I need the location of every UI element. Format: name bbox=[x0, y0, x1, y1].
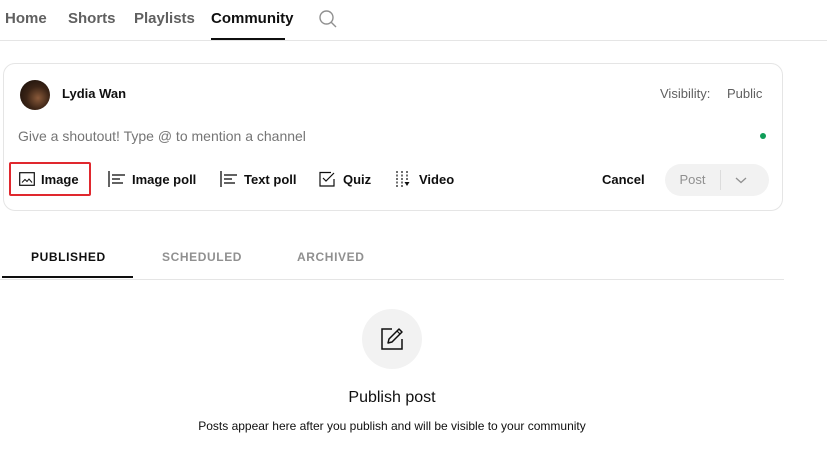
channel-nav: Home Shorts Playlists Community bbox=[0, 0, 827, 41]
tab-community[interactable]: Community bbox=[211, 10, 294, 27]
image-button[interactable]: Image bbox=[9, 162, 91, 196]
text-poll-button[interactable]: Text poll bbox=[220, 162, 296, 196]
empty-state-icon-container bbox=[362, 309, 422, 369]
post-button-group: Post bbox=[665, 164, 769, 196]
search-icon[interactable] bbox=[318, 9, 338, 29]
checkbox-icon bbox=[319, 171, 337, 187]
status-dot bbox=[760, 133, 766, 139]
empty-state-description: Posts appear here after you publish and … bbox=[198, 419, 586, 433]
image-icon bbox=[19, 172, 35, 186]
image-poll-button[interactable]: Image poll bbox=[108, 162, 196, 196]
image-poll-icon bbox=[108, 171, 126, 187]
video-label: Video bbox=[419, 171, 455, 187]
post-text-input[interactable] bbox=[18, 128, 718, 144]
image-poll-label: Image poll bbox=[132, 171, 197, 187]
visibility-value[interactable]: Public bbox=[727, 86, 762, 101]
active-subtab-indicator bbox=[2, 276, 133, 278]
text-poll-icon bbox=[220, 171, 238, 187]
post-status-tabs: PUBLISHED SCHEDULED ARCHIVED bbox=[0, 240, 784, 280]
visibility-label: Visibility: bbox=[660, 86, 711, 101]
tab-published[interactable]: PUBLISHED bbox=[31, 250, 106, 264]
edit-post-icon bbox=[379, 326, 405, 357]
tab-archived[interactable]: ARCHIVED bbox=[297, 250, 364, 264]
chevron-down-icon[interactable] bbox=[733, 173, 749, 187]
post-composer: Lydia Wan Visibility: Public Image Image… bbox=[3, 63, 783, 211]
video-icon bbox=[395, 170, 413, 188]
empty-state-title: Publish post bbox=[348, 389, 436, 406]
video-button[interactable]: Video bbox=[395, 162, 454, 196]
tab-scheduled[interactable]: SCHEDULED bbox=[162, 250, 242, 264]
tab-home[interactable]: Home bbox=[5, 10, 47, 27]
post-divider bbox=[720, 170, 721, 190]
tab-playlists[interactable]: Playlists bbox=[134, 10, 195, 27]
quiz-label: Quiz bbox=[343, 171, 372, 187]
cancel-button[interactable]: Cancel bbox=[602, 172, 645, 187]
author-name: Lydia Wan bbox=[62, 86, 127, 101]
post-button[interactable]: Post bbox=[665, 164, 720, 196]
text-poll-label: Text poll bbox=[244, 171, 297, 187]
image-button-label: Image bbox=[41, 171, 79, 187]
quiz-button[interactable]: Quiz bbox=[319, 162, 371, 196]
active-tab-indicator bbox=[211, 38, 285, 40]
tab-shorts[interactable]: Shorts bbox=[68, 10, 116, 27]
avatar[interactable] bbox=[20, 80, 50, 110]
